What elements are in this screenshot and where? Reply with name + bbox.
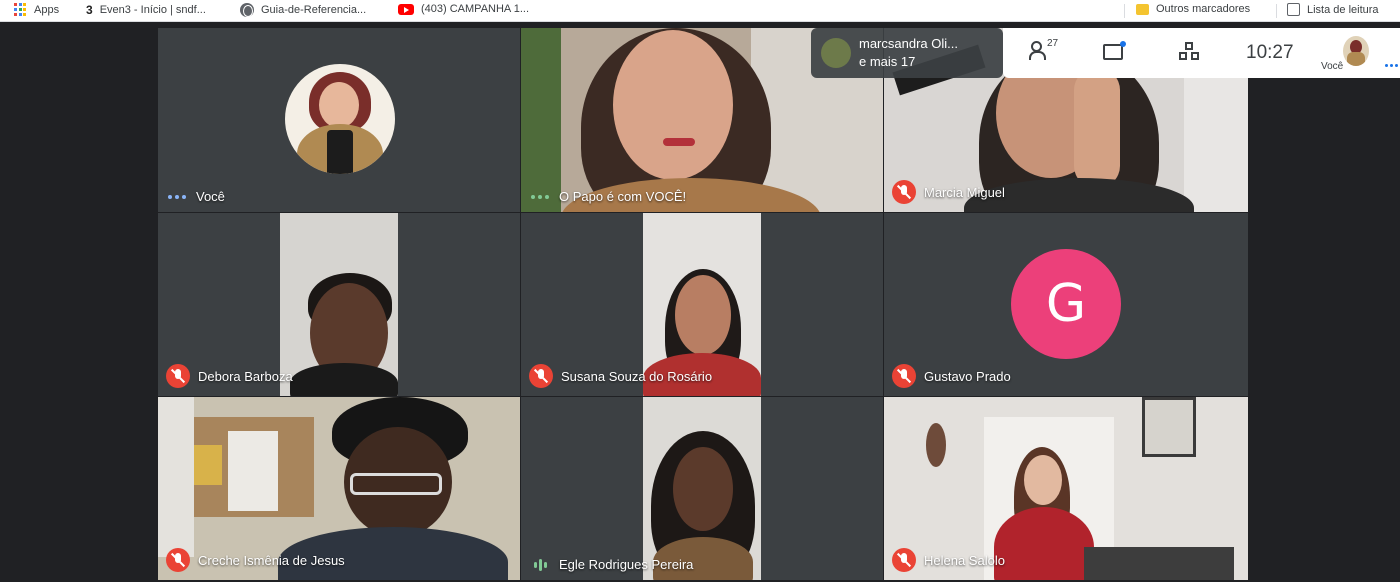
activities-button[interactable] [1179,42,1201,62]
participant-name: Gustavo Prado [924,368,1011,384]
bookmarks-bar: Apps 3 Even3 - Início | sndf... Guia-de-… [0,0,1400,22]
globe-icon [240,3,254,17]
apps-grid-icon [14,3,27,16]
participant-name: Helena Salolo [924,552,1005,568]
bookmark-apps[interactable]: Apps [14,3,59,16]
participant-tile-gustavo[interactable]: G Gustavo Prado [884,213,1248,396]
mic-off-icon [166,364,190,388]
divider [1276,4,1277,18]
audio-level-icon [529,558,551,572]
even3-icon: 3 [86,3,93,17]
bookmark-youtube[interactable]: (403) CAMPANHA 1... [398,3,529,15]
bookmark-guia[interactable]: Guia-de-Referencia... [240,3,366,17]
mic-off-icon [529,364,553,388]
meeting-clock: 10:27 [1246,42,1294,63]
name-row: Gustavo Prado [892,364,1011,388]
name-row: Helena Salolo [892,548,1005,572]
participant-tile-egle[interactable]: Egle Rodrigues Pereira [521,397,883,580]
name-row: Você [166,189,225,204]
reading-list-label: Lista de leitura [1307,3,1379,16]
self-view-thumbnail[interactable] [1343,36,1369,66]
self-label: Você [1321,61,1344,72]
bookmark-label: Guia-de-Referencia... [261,4,367,16]
speaking-indicator-icon [529,194,551,199]
bookmark-label: Even3 - Início | sndf... [99,4,206,16]
mic-off-icon [892,364,916,388]
participants-count: 27 [1047,38,1059,49]
name-row: Susana Souza do Rosário [529,364,712,388]
reading-list[interactable]: Lista de leitura [1287,3,1379,16]
bookmark-label: Apps [34,3,60,16]
name-row: Debora Barboza [166,364,293,388]
participant-name: Debora Barboza [198,368,293,384]
chat-button[interactable] [1103,41,1126,60]
activities-icon [1179,42,1201,62]
meeting-stage: Você O Papo é com VOCÊ! Marcia Miguel De… [0,22,1400,582]
bookmark-even3[interactable]: 3 Even3 - Início | sndf... [86,3,206,17]
other-bookmarks[interactable]: Outros marcadores [1136,3,1250,15]
reading-list-icon [1287,3,1300,16]
participant-name: Egle Rodrigues Pereira [559,557,694,572]
avatar [821,38,851,68]
video-feed [280,213,398,396]
raised-hand-more: e mais 17 [859,54,916,69]
avatar: G [1011,249,1121,359]
video-feed [643,397,761,580]
participant-tile-helena[interactable]: Helena Salolo [884,397,1248,580]
name-row: Creche Ismênia de Jesus [166,548,345,572]
participant-name: Creche Ismênia de Jesus [198,552,345,568]
chat-icon [1103,41,1126,60]
mic-off-icon [892,180,916,204]
participant-name: O Papo é com VOCÊ! [559,189,687,204]
participant-name: Susana Souza do Rosário [561,368,713,384]
raised-hand-name: marcsandra Oli... [859,36,958,51]
participant-tile-susana[interactable]: Susana Souza do Rosário [521,213,883,396]
participant-name: Marcia Miguel [924,184,1005,200]
mic-off-icon [892,548,916,572]
raised-hand-notification[interactable]: marcsandra Oli... e mais 17 [811,28,1003,78]
participant-name: Você [196,189,225,204]
participant-tile-debora[interactable]: Debora Barboza [158,213,520,396]
other-bookmarks-label: Outros marcadores [1156,3,1251,15]
speaking-indicator-icon [166,194,188,199]
participant-tile-creche[interactable]: Creche Ismênia de Jesus [158,397,520,580]
divider [1124,4,1125,18]
participant-tile-you[interactable]: Você [158,28,520,212]
bookmark-label: (403) CAMPANHA 1... [421,3,529,15]
speaking-indicator-icon [1385,64,1398,67]
mic-off-icon [166,548,190,572]
name-row: Marcia Miguel [892,180,1005,204]
name-row: Egle Rodrigues Pereira [529,557,693,572]
youtube-icon [398,3,414,15]
name-row: O Papo é com VOCÊ! [529,189,686,204]
avatar [285,64,395,174]
folder-icon [1136,3,1149,15]
meeting-info-bar: 27 10:27 Você [1003,28,1400,78]
